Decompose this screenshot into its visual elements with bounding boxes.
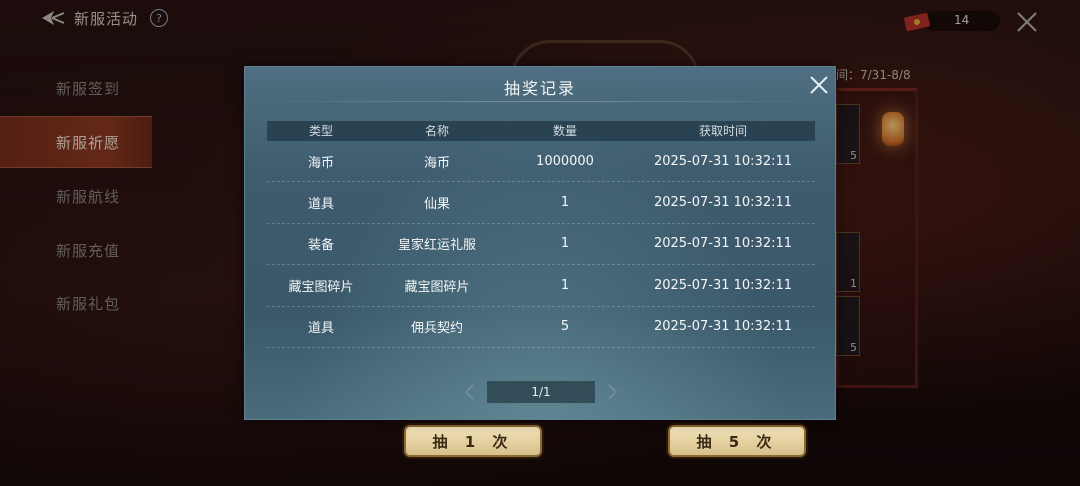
modal-title: 抽奖记录 xyxy=(503,79,576,98)
page-title: 新服活动 xyxy=(74,9,139,28)
reward-slot: 5 xyxy=(836,104,860,164)
record-table: 类型 名称 数量 获取时间 海币 海币 1000000 2025-07-31 1… xyxy=(267,121,815,348)
sidebar-item-gift[interactable]: 新服礼包 xyxy=(0,277,152,329)
cell-qty: 5 xyxy=(560,319,570,335)
cell-time: 2025-07-31 10:32:11 xyxy=(653,277,793,293)
sidebar-item-route[interactable]: 新服航线 xyxy=(0,170,152,222)
cell-type: 道具 xyxy=(307,321,334,337)
cell-qty: 1 xyxy=(560,236,570,252)
cell-time: 2025-07-31 10:32:11 xyxy=(653,319,793,335)
draw-five-button[interactable]: 抽 5 次 xyxy=(668,425,806,457)
cell-name: 仙果 xyxy=(423,197,450,213)
table-row: 装备 皇家红运礼服 1 2025-07-31 10:32:11 xyxy=(267,224,815,266)
chevron-right-icon[interactable] xyxy=(603,383,621,401)
close-icon[interactable] xyxy=(807,73,831,97)
cell-type: 装备 xyxy=(307,238,334,254)
cell-name: 佣兵契约 xyxy=(410,321,463,337)
page-indicator: 1/1 xyxy=(487,381,595,403)
slot-count: 5 xyxy=(850,341,857,354)
reward-slot: 5 xyxy=(836,296,860,356)
sidebar-item-wish[interactable]: 新服祈愿 xyxy=(0,116,152,168)
cell-time: 2025-07-31 10:32:11 xyxy=(653,236,793,252)
draw-once-button[interactable]: 抽 1 次 xyxy=(404,425,542,457)
cell-qty: 1 xyxy=(560,277,570,293)
cell-type: 道具 xyxy=(307,197,334,213)
sidebar-item-signin[interactable]: 新服签到 xyxy=(0,62,152,114)
table-row: 藏宝图碎片 藏宝图碎片 1 2025-07-31 10:32:11 xyxy=(267,265,815,307)
event-period: 间：7/31-8/8 xyxy=(836,68,911,82)
cell-type: 藏宝图碎片 xyxy=(288,279,354,295)
red-envelope-icon xyxy=(902,10,932,32)
slot-count: 1 xyxy=(850,277,857,290)
cell-time: 2025-07-31 10:32:11 xyxy=(653,195,793,211)
back-arrow-icon[interactable] xyxy=(40,8,66,28)
column-header-time: 获取时间 xyxy=(698,124,747,138)
column-header-qty: 数量 xyxy=(552,124,577,138)
column-header-name: 名称 xyxy=(424,124,449,138)
topbar: 新服活动 ? xyxy=(40,6,169,30)
chevron-left-icon[interactable] xyxy=(461,383,479,401)
cell-name: 海币 xyxy=(423,155,450,171)
column-header-type: 类型 xyxy=(308,124,333,138)
sidebar-item-recharge[interactable]: 新服充值 xyxy=(0,224,152,276)
divider xyxy=(255,101,825,102)
cell-qty: 1000000 xyxy=(536,153,594,169)
draw-record-modal: 抽奖记录 类型 名称 数量 获取时间 海币 海币 1000000 2025-07… xyxy=(244,66,836,420)
cell-name: 藏宝图碎片 xyxy=(404,279,470,295)
cell-time: 2025-07-31 10:32:11 xyxy=(653,153,793,169)
pagination: 1/1 xyxy=(461,381,621,403)
table-row: 海币 海币 1000000 2025-07-31 10:32:11 xyxy=(267,141,815,183)
table-row: 道具 佣兵契约 5 2025-07-31 10:32:11 xyxy=(267,307,815,348)
slot-count: 5 xyxy=(850,149,857,162)
close-icon[interactable] xyxy=(1014,9,1040,35)
currency-display: 14 xyxy=(902,10,1000,32)
cell-type: 海币 xyxy=(307,155,334,171)
reward-slot: 1 xyxy=(836,232,860,292)
table-row: 道具 仙果 1 2025-07-31 10:32:11 xyxy=(267,182,815,224)
lantern-icon xyxy=(882,112,904,146)
help-icon[interactable]: ? xyxy=(150,9,169,27)
currency-value: 14 xyxy=(954,13,970,27)
table-header: 类型 名称 数量 获取时间 xyxy=(267,121,815,141)
cell-name: 皇家红运礼服 xyxy=(397,238,476,254)
cell-qty: 1 xyxy=(560,195,570,211)
